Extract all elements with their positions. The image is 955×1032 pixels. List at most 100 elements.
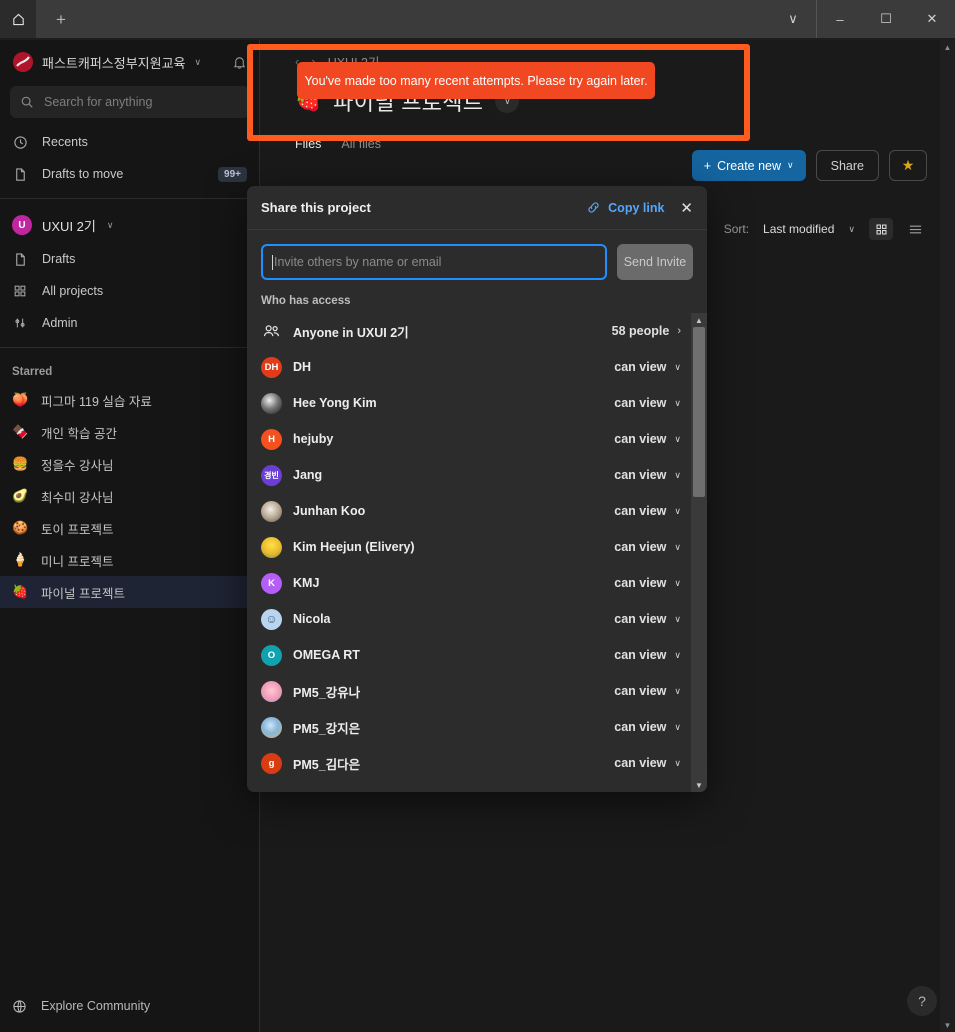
sidebar-item-drafts-to-move[interactable]: Drafts to move 99+ bbox=[0, 158, 259, 190]
table-row[interactable]: H hejuby can view ∨ bbox=[247, 421, 691, 457]
scroll-up-arrow-icon[interactable]: ▲ bbox=[940, 40, 955, 54]
member-name: PM5_강유나 bbox=[293, 685, 361, 700]
avatar: DH bbox=[261, 356, 282, 378]
permission-label: can view bbox=[614, 576, 667, 590]
permission-dropdown[interactable]: can view ∨ bbox=[614, 576, 681, 590]
sidebar-item-starred-2[interactable]: 🍔 정을수 강사님 bbox=[0, 448, 259, 480]
sidebar-item-starred-6[interactable]: 🍓 파이널 프로젝트 bbox=[0, 576, 259, 608]
dialog-title: Share this project bbox=[261, 200, 371, 215]
sidebar-item-starred-0[interactable]: 🍑 피그마 119 실습 자료 bbox=[0, 384, 259, 416]
scroll-down-arrow-icon[interactable]: ▼ bbox=[691, 778, 707, 792]
access-list-wrapper: Anyone in UXUI 2기 58 people › DH DH can … bbox=[247, 313, 707, 792]
sidebar-item-recents[interactable]: Recents bbox=[0, 126, 259, 158]
list-item-anyone[interactable]: Anyone in UXUI 2기 58 people › bbox=[247, 313, 691, 349]
anyone-count-label: 58 people bbox=[611, 324, 670, 338]
sort-value[interactable]: Last modified bbox=[763, 222, 834, 236]
table-row[interactable]: 경빈 Jang can view ∨ bbox=[247, 457, 691, 493]
sidebar-item-label: Drafts bbox=[42, 252, 76, 266]
chevron-down-icon: ∨ bbox=[674, 469, 681, 480]
member-name: DH bbox=[293, 360, 312, 374]
permission-dropdown[interactable]: can view ∨ bbox=[614, 612, 681, 626]
team-switcher[interactable]: U UXUI 2기 ∨ bbox=[0, 207, 259, 243]
avatar: K bbox=[261, 572, 282, 594]
permission-dropdown[interactable]: can view ∨ bbox=[614, 540, 681, 554]
home-button[interactable] bbox=[0, 0, 36, 38]
notifications-bell-icon[interactable] bbox=[232, 55, 247, 70]
access-list: Anyone in UXUI 2기 58 people › DH DH can … bbox=[247, 313, 691, 792]
copy-link-button[interactable]: Copy link bbox=[586, 200, 664, 215]
permission-label: can view bbox=[614, 360, 667, 374]
scrollbar-thumb[interactable] bbox=[693, 327, 705, 497]
table-row[interactable]: K KMJ can view ∨ bbox=[247, 565, 691, 601]
table-row[interactable]: ☺ Nicola can view ∨ bbox=[247, 601, 691, 637]
sidebar-item-starred-3[interactable]: 🥑 최수미 강사님 bbox=[0, 480, 259, 512]
table-row[interactable]: Junhan Koo can view ∨ bbox=[247, 493, 691, 529]
table-row[interactable]: Hee Yong Kim can view ∨ bbox=[247, 385, 691, 421]
strawberry-icon: 🍓 bbox=[12, 584, 29, 599]
starred-section-label: Starred bbox=[12, 366, 53, 378]
permission-dropdown[interactable]: can view ∨ bbox=[614, 432, 681, 446]
tab-all-files[interactable]: All files bbox=[341, 137, 381, 151]
table-row[interactable]: PM5_강유나 can view ∨ bbox=[247, 673, 691, 709]
list-view-icon[interactable] bbox=[903, 218, 927, 240]
page-scrollbar[interactable]: ▲ ▼ bbox=[940, 40, 955, 1032]
permission-dropdown[interactable]: can view ∨ bbox=[614, 720, 681, 734]
scroll-up-arrow-icon[interactable]: ▲ bbox=[691, 313, 707, 327]
grid-view-icon[interactable] bbox=[869, 218, 893, 240]
plus-icon: + bbox=[703, 158, 712, 173]
permission-dropdown[interactable]: can view ∨ bbox=[614, 360, 681, 374]
favorite-star-button[interactable]: ★ bbox=[889, 150, 927, 181]
avatar bbox=[261, 680, 282, 702]
sidebar-item-admin[interactable]: Admin bbox=[0, 307, 259, 339]
tab-strip: + bbox=[36, 0, 770, 38]
minimize-button[interactable]: – bbox=[817, 0, 863, 38]
sidebar-item-label: 파이널 프로젝트 bbox=[41, 586, 125, 601]
anyone-count[interactable]: 58 people › bbox=[612, 324, 681, 338]
table-row[interactable]: Kim Heejun (Elivery) can view ∨ bbox=[247, 529, 691, 565]
send-invite-button[interactable]: Send Invite bbox=[617, 244, 693, 280]
avatar: H bbox=[261, 428, 282, 450]
search-input[interactable]: Search for anything bbox=[10, 86, 249, 118]
create-new-button[interactable]: + Create new ∨ bbox=[691, 150, 806, 181]
close-button[interactable]: ✕ bbox=[909, 0, 955, 38]
close-icon[interactable]: ✕ bbox=[680, 199, 693, 217]
sidebar-item-label: 최수미 강사님 bbox=[41, 490, 114, 505]
sidebar-item-starred-5[interactable]: 🍦 미니 프로젝트 bbox=[0, 544, 259, 576]
share-button[interactable]: Share bbox=[815, 150, 879, 181]
new-tab-button[interactable]: + bbox=[48, 6, 74, 32]
invite-input[interactable]: Invite others by name or email bbox=[261, 244, 607, 280]
chevron-down-icon: ∨ bbox=[674, 649, 681, 660]
error-toast-message: You've made too many recent attempts. Pl… bbox=[304, 73, 648, 88]
permission-dropdown[interactable]: can view ∨ bbox=[614, 684, 681, 698]
table-row[interactable]: DH DH can view ∨ bbox=[247, 349, 691, 385]
permission-label: can view bbox=[614, 432, 667, 446]
table-row[interactable]: g PM5_김다은 can view ∨ bbox=[247, 745, 691, 781]
dialog-scrollbar[interactable]: ▲ ▼ bbox=[691, 313, 707, 792]
help-button[interactable]: ? bbox=[907, 986, 937, 1016]
sidebar-item-all-projects[interactable]: All projects bbox=[0, 275, 259, 307]
permission-dropdown[interactable]: can view ∨ bbox=[614, 648, 681, 662]
permission-dropdown[interactable]: can view ∨ bbox=[614, 396, 681, 410]
sort-and-view-bar: Sort: Last modified ∨ bbox=[724, 218, 927, 240]
org-switcher[interactable]: 패스트캐퍼스정부지원교육 ∨ bbox=[0, 40, 259, 84]
maximize-button[interactable]: ☐ bbox=[863, 0, 909, 38]
permission-dropdown[interactable]: can view ∨ bbox=[614, 468, 681, 482]
table-row[interactable]: PM5_강지은 can view ∨ bbox=[247, 709, 691, 745]
anyone-label: Anyone in UXUI 2기 bbox=[293, 325, 409, 340]
sidebar-item-label: Admin bbox=[42, 316, 78, 330]
sidebar-item-starred-1[interactable]: 🍫 개인 학습 공간 bbox=[0, 416, 259, 448]
tab-files[interactable]: Files bbox=[295, 137, 321, 151]
permission-dropdown[interactable]: can view ∨ bbox=[614, 504, 681, 518]
sidebar-item-drafts[interactable]: Drafts bbox=[0, 243, 259, 275]
scroll-down-arrow-icon[interactable]: ▼ bbox=[940, 1018, 955, 1032]
explore-community-link[interactable]: Explore Community bbox=[0, 990, 260, 1022]
permission-dropdown[interactable]: can view ∨ bbox=[614, 756, 681, 770]
sidebar-item-starred-4[interactable]: 🍪 토이 프로젝트 bbox=[0, 512, 259, 544]
tab-list-button[interactable]: ∨ bbox=[770, 0, 816, 38]
table-row[interactable]: O OMEGA RT can view ∨ bbox=[247, 637, 691, 673]
text-caret bbox=[272, 254, 273, 270]
permission-label: can view bbox=[614, 684, 667, 698]
ice-cream-icon: 🍦 bbox=[12, 552, 29, 567]
sidebar: 패스트캐퍼스정부지원교육 ∨ Search for anything Recen… bbox=[0, 40, 260, 1032]
hamburger-icon: 🍔 bbox=[12, 456, 29, 471]
